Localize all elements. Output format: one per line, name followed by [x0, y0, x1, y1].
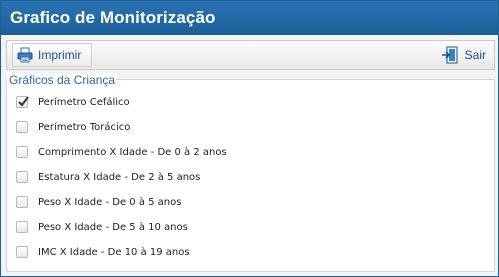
checkbox[interactable]: [16, 121, 28, 133]
checkbox-item-comprimento-idade[interactable]: Comprimento X Idade - De 0 à 2 anos: [16, 144, 227, 160]
checkbox-item-estatura-idade[interactable]: Estatura X Idade - De 2 à 5 anos: [16, 169, 200, 185]
print-button[interactable]: Imprimir: [12, 43, 92, 67]
title-bar: Grafico de Monitorização: [1, 1, 498, 35]
checkbox[interactable]: [16, 196, 28, 208]
checkbox-label: Peso X Idade - De 0 à 5 anos: [38, 196, 182, 208]
checkbox-item-peso-idade-0-5[interactable]: Peso X Idade - De 0 à 5 anos: [16, 194, 181, 210]
checkbox-item-perimetro-toracico[interactable]: Perímetro Torácico: [16, 119, 130, 135]
checkbox-label: Estatura X Idade - De 2 à 5 anos: [38, 171, 201, 183]
checkbox-label: Perímetro Torácico: [38, 121, 131, 133]
checkbox[interactable]: [16, 246, 28, 258]
checkbox-item-peso-idade-5-10[interactable]: Peso X Idade - De 5 à 10 anos: [16, 219, 188, 235]
checkbox[interactable]: [16, 146, 28, 158]
checkbox-item-perimetro-cefalico[interactable]: Perímetro Cefálico: [16, 94, 130, 110]
checkbox-item-imc-idade[interactable]: IMC X Idade - De 10 à 19 anos: [16, 244, 190, 260]
exit-door-icon: [441, 46, 459, 64]
printer-icon: [17, 47, 33, 63]
exit-button[interactable]: Sair: [441, 43, 486, 67]
toolbar: Imprimir Sair: [6, 40, 495, 70]
checkbox[interactable]: [16, 221, 28, 233]
exit-label: Sair: [464, 48, 486, 62]
checkbox-label: Peso X Idade - De 5 à 10 anos: [38, 221, 188, 233]
checkbox-label: Perímetro Cefálico: [38, 96, 130, 108]
monitoring-dialog: Grafico de Monitorização Imprimir Sair G…: [0, 0, 499, 277]
checkbox[interactable]: [16, 96, 29, 108]
window-title: Grafico de Monitorização: [10, 8, 216, 27]
checkbox-label: Comprimento X Idade - De 0 à 2 anos: [38, 146, 227, 158]
checkbox[interactable]: [16, 171, 28, 183]
checkbox-label: IMC X Idade - De 10 à 19 anos: [38, 246, 190, 258]
checkmark-icon: [18, 96, 29, 107]
group-legend: Gráficos da Criança: [7, 73, 118, 87]
print-label: Imprimir: [38, 48, 82, 62]
